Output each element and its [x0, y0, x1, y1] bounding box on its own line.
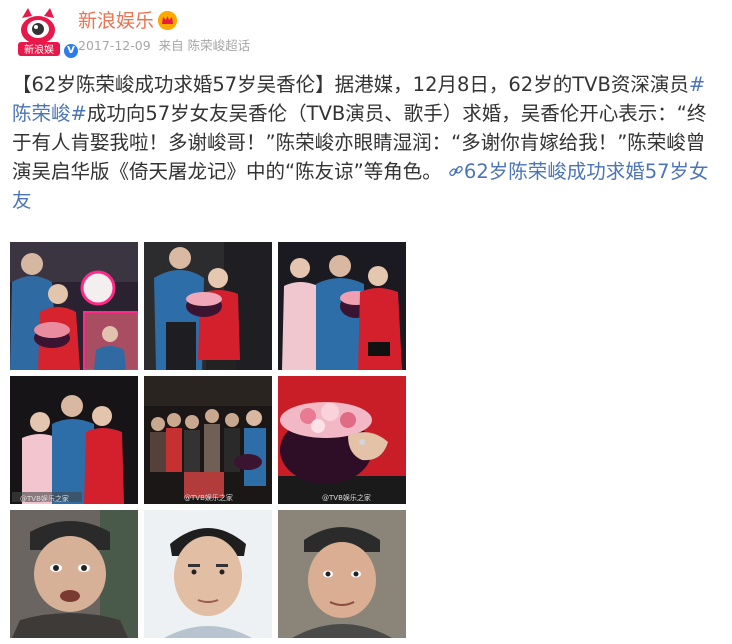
post-meta: 2017-12-09 来自 陈荣峻超话 — [78, 37, 258, 55]
photo-7[interactable] — [10, 510, 138, 638]
avatar-text: 新浪娱 — [24, 43, 54, 56]
watermark: @TVB娱乐之家 — [20, 494, 69, 503]
post-text-1: 据港媒，12月8日，62岁的TVB资深演员 — [334, 73, 689, 96]
timestamp[interactable]: 2017-12-09 — [78, 38, 151, 53]
photo-8[interactable] — [144, 510, 272, 638]
title-close: 】 — [315, 73, 335, 96]
photo-6[interactable]: @TVB娱乐之家 — [278, 376, 406, 504]
photo-2[interactable] — [144, 242, 272, 370]
watermark: @TVB娱乐之家 — [322, 493, 371, 502]
title-open: 【 — [12, 73, 32, 96]
watermark: @TVB娱乐之家 — [184, 493, 233, 502]
avatar[interactable]: 新浪娱 V — [14, 4, 80, 60]
account-name[interactable]: 新浪娱乐 — [78, 9, 154, 33]
crown-icon[interactable] — [158, 11, 177, 30]
photo-5[interactable]: @TVB娱乐之家 — [144, 376, 272, 504]
photo-9[interactable] — [278, 510, 406, 638]
photo-4[interactable]: @TVB娱乐之家 — [10, 376, 138, 504]
post-source[interactable]: 来自 陈荣峻超话 — [159, 38, 250, 53]
photo-3[interactable] — [278, 242, 406, 370]
post-text: 【62岁陈荣峻成功求婚57岁吴香伦】据港媒，12月8日，62岁的TVB资深演员#… — [12, 70, 724, 215]
post-title: 62岁陈荣峻成功求婚57岁吴香伦 — [31, 73, 316, 96]
photo-1[interactable] — [10, 242, 138, 370]
link-icon — [449, 165, 463, 177]
photo-grid: @TVB娱乐之家 @TVB娱乐之家 @TVB娱乐之家 — [10, 242, 408, 638]
